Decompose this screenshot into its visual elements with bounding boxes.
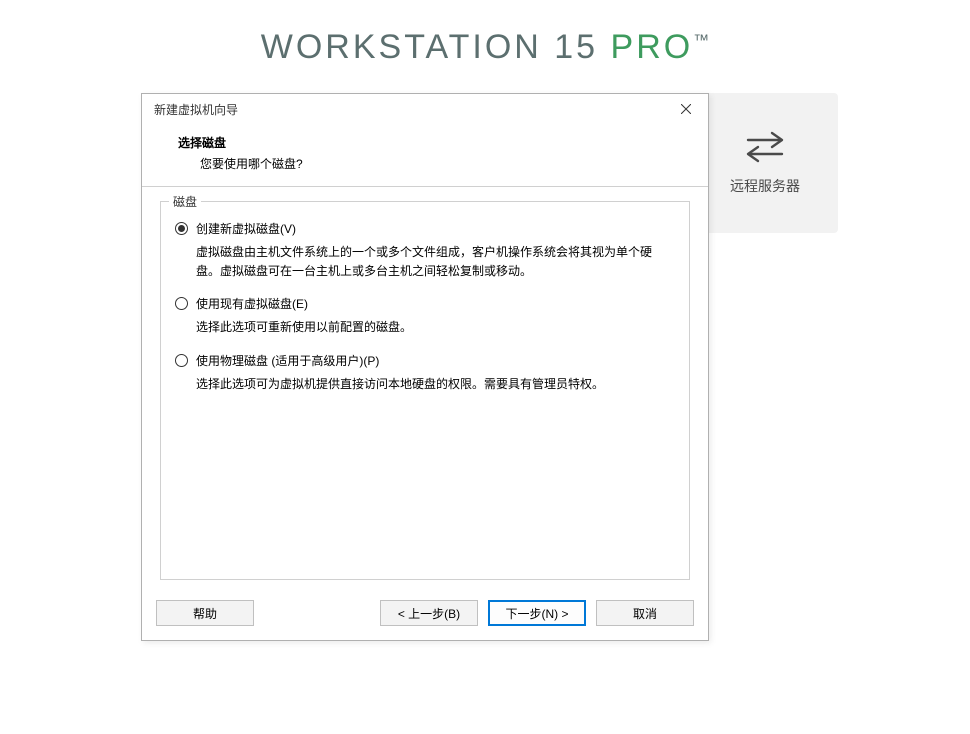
dialog-title: 新建虚拟机向导 <box>154 101 238 118</box>
remote-server-card[interactable]: 远程服务器 <box>692 93 838 233</box>
radio-description: 选择此选项可重新使用以前配置的磁盘。 <box>175 318 675 337</box>
radio-indicator <box>175 297 188 310</box>
radio-description: 选择此选项可为虚拟机提供直接访问本地硬盘的权限。需要具有管理员特权。 <box>175 375 675 394</box>
app-title-suffix: PRO <box>611 28 694 66</box>
option-use-physical-disk: 使用物理磁盘 (适用于高级用户)(P) 选择此选项可为虚拟机提供直接访问本地硬盘… <box>175 352 675 394</box>
remote-server-label: 远程服务器 <box>730 176 800 196</box>
close-button[interactable] <box>672 98 700 120</box>
next-button[interactable]: 下一步(N) > <box>488 600 586 626</box>
option-use-existing-disk: 使用现有虚拟磁盘(E) 选择此选项可重新使用以前配置的磁盘。 <box>175 295 675 337</box>
wizard-header: 选择磁盘 您要使用哪个磁盘? <box>142 124 708 186</box>
dialog-titlebar: 新建虚拟机向导 <box>142 94 708 124</box>
radio-use-physical-disk[interactable]: 使用物理磁盘 (适用于高级用户)(P) <box>175 352 675 369</box>
disk-groupbox: 磁盘 创建新虚拟磁盘(V) 虚拟磁盘由主机文件系统上的一个或多个文件组成，客户机… <box>160 201 690 580</box>
wizard-step-subtitle: 您要使用哪个磁盘? <box>178 155 688 172</box>
back-button[interactable]: < 上一步(B) <box>380 600 478 626</box>
transfer-icon <box>742 130 788 164</box>
groupbox-legend: 磁盘 <box>169 193 201 210</box>
option-create-new-disk: 创建新虚拟磁盘(V) 虚拟磁盘由主机文件系统上的一个或多个文件组成，客户机操作系… <box>175 220 675 281</box>
help-button[interactable]: 帮助 <box>156 600 254 626</box>
trademark-symbol: ™ <box>693 33 709 50</box>
close-icon <box>681 104 691 114</box>
app-title: WORKSTATION 15 PRO™ <box>0 28 970 67</box>
radio-description: 虚拟磁盘由主机文件系统上的一个或多个文件组成，客户机操作系统会将其视为单个硬盘。… <box>175 243 675 281</box>
wizard-button-row: 帮助 < 上一步(B) 下一步(N) > 取消 <box>142 590 708 640</box>
radio-label: 使用物理磁盘 (适用于高级用户)(P) <box>196 352 379 369</box>
radio-indicator <box>175 222 188 235</box>
app-title-prefix: WORKSTATION 15 <box>261 28 611 66</box>
wizard-content: 磁盘 创建新虚拟磁盘(V) 虚拟磁盘由主机文件系统上的一个或多个文件组成，客户机… <box>142 187 708 590</box>
radio-create-new-disk[interactable]: 创建新虚拟磁盘(V) <box>175 220 675 237</box>
new-vm-wizard-dialog: 新建虚拟机向导 选择磁盘 您要使用哪个磁盘? 磁盘 创建新虚拟磁盘(V) 虚拟磁… <box>141 93 709 641</box>
wizard-step-title: 选择磁盘 <box>178 134 688 151</box>
radio-label: 使用现有虚拟磁盘(E) <box>196 295 308 312</box>
radio-use-existing-disk[interactable]: 使用现有虚拟磁盘(E) <box>175 295 675 312</box>
radio-indicator <box>175 354 188 367</box>
cancel-button[interactable]: 取消 <box>596 600 694 626</box>
radio-label: 创建新虚拟磁盘(V) <box>196 220 296 237</box>
